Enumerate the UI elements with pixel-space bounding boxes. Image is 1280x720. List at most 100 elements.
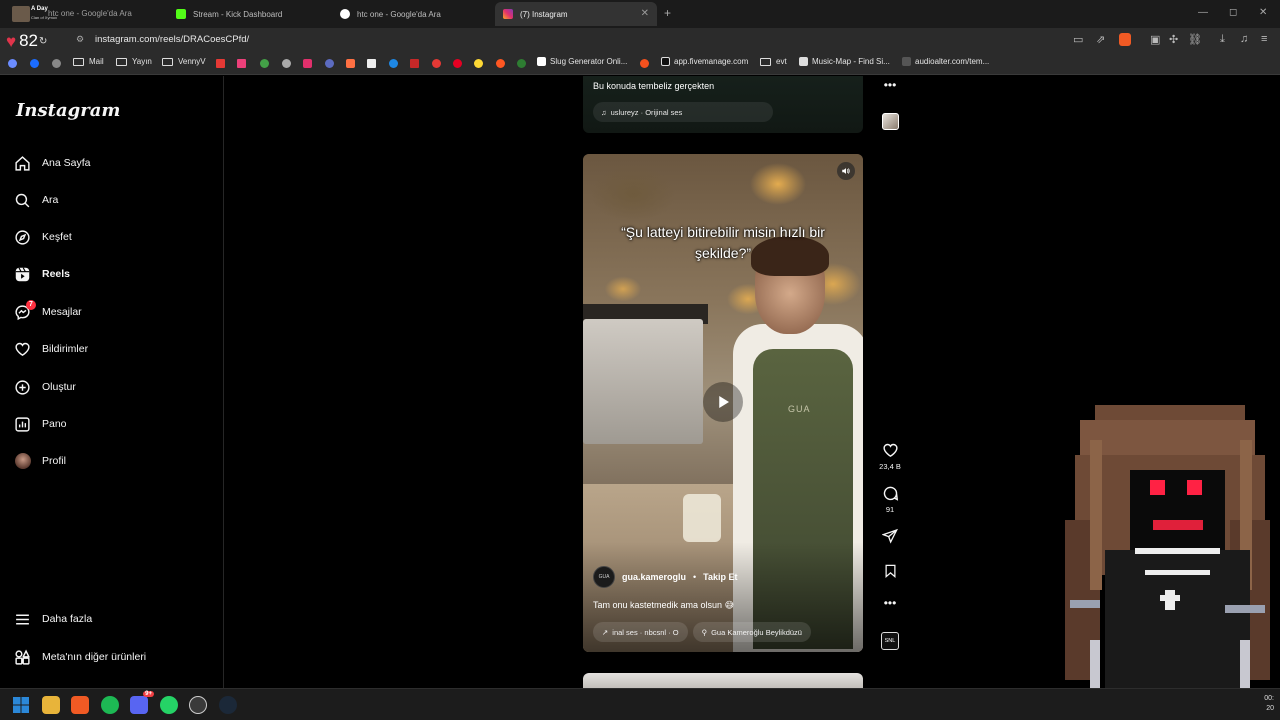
audio-tile[interactable]: SNL (881, 632, 899, 650)
share-button[interactable] (875, 528, 905, 544)
bookmarks-bar: Mail Yayın VennyV Slug Generator Onli...… (0, 52, 1280, 75)
nav-dashboard[interactable]: Pano (14, 409, 210, 439)
system-clock[interactable]: 00: 20 (1264, 694, 1274, 714)
nav-profile[interactable]: Profil (14, 446, 210, 476)
bookmark-icon[interactable] (8, 59, 17, 68)
stream-overlay-title: A Day (31, 6, 48, 12)
link-icon[interactable]: ⛓ (1188, 33, 1202, 46)
new-tab-icon[interactable]: + (664, 6, 671, 20)
dashboard-icon (14, 416, 31, 433)
sound-toggle-button[interactable] (837, 162, 855, 180)
restore-icon[interactable]: ◻ (1229, 7, 1237, 18)
bookmark-icon[interactable] (282, 59, 291, 68)
brave-icon[interactable] (71, 696, 89, 714)
close-window-icon[interactable]: ✕ (1259, 7, 1267, 18)
nav-more[interactable]: Daha fazla (14, 604, 210, 634)
site-info-icon[interactable]: ⚙ (76, 34, 84, 45)
nav-label: Bildirimler (42, 343, 89, 355)
compass-icon (14, 229, 31, 246)
bookmark-icon[interactable] (496, 59, 505, 68)
nav-reels[interactable]: Reels (14, 259, 210, 289)
x-icon[interactable] (367, 59, 376, 68)
bookmark-icon[interactable] (52, 59, 61, 68)
share-icon[interactable]: ⇗ (1096, 33, 1105, 46)
obs-icon[interactable] (189, 696, 207, 714)
previous-reel[interactable]: Bu konuda tembeliz gerçekten ♫ uslureyz … (583, 76, 863, 133)
nav-create[interactable]: Oluştur (14, 372, 210, 402)
whatsapp-icon[interactable] (160, 696, 178, 714)
tab-instagram[interactable]: (7) Instagram ✕ (495, 2, 657, 26)
more-options-button[interactable]: ••• (875, 596, 905, 610)
puzzle-icon[interactable]: ✣ (1169, 33, 1178, 46)
bookmark-icon[interactable] (303, 59, 312, 68)
bookmark-icon[interactable] (474, 59, 483, 68)
address-bar[interactable]: instagram.com/reels/DRACoesCPfd/ (95, 34, 249, 45)
music-icon[interactable]: ♫ (1240, 33, 1248, 45)
play-button[interactable] (703, 382, 743, 422)
bookmark-icon[interactable] (237, 59, 246, 68)
download-icon[interactable]: ⤓ (1220, 33, 1225, 46)
menu-icon[interactable]: ≡ (1261, 33, 1267, 45)
bookmark-slug-generator[interactable]: Slug Generator Onli... (537, 57, 627, 66)
bookmark-fivemanage[interactable]: app.fivemanage.com (661, 57, 748, 66)
nav-search[interactable]: Ara (14, 185, 210, 215)
location-chip[interactable]: ⚲ Gua Kameroğlu Beylikdüzü (692, 622, 811, 642)
pinterest-icon[interactable] (453, 59, 462, 68)
bookmark-icon[interactable] (346, 59, 355, 68)
previous-reel-audio[interactable]: ♫ uslureyz · Orijinal ses (593, 102, 773, 122)
minimize-icon[interactable]: — (1198, 7, 1208, 18)
author-username[interactable]: gua.kameroglu (622, 572, 686, 582)
discord-icon[interactable]: 9+ (130, 691, 154, 714)
nav-notifications[interactable]: Bildirimler (14, 334, 210, 364)
audio-chip[interactable]: ↗ inal ses · nbcsnl · O (593, 622, 688, 642)
cast-icon[interactable]: ▭ (1073, 33, 1083, 46)
windows-start-icon[interactable] (12, 696, 30, 714)
bookmark-mail[interactable]: Mail (73, 57, 104, 66)
youtube-icon[interactable] (432, 59, 441, 68)
bookmark-vennyv[interactable]: VennyV (162, 57, 206, 66)
author-avatar[interactable]: GUA (593, 566, 615, 588)
extension-icon[interactable]: ▣ (1150, 33, 1160, 46)
separator-dot: • (693, 572, 697, 582)
bookmark-music-map[interactable]: Music-Map - Find Si... (799, 57, 890, 66)
spotify-icon[interactable] (101, 696, 119, 714)
nav-meta-products[interactable]: Meta'nın diğer ürünleri (14, 642, 210, 672)
reel-caption[interactable]: Tam onu kastetmedik ama olsun 😅 (593, 600, 734, 611)
more-options-button-prev[interactable]: ••• (875, 78, 905, 92)
bookmark-audioalter[interactable]: audioalter.com/tem... (902, 57, 989, 66)
brave-shield-icon[interactable] (1119, 33, 1131, 46)
clock-time: 00: (1264, 695, 1274, 702)
save-button[interactable] (875, 563, 905, 579)
bookmark-icon[interactable] (216, 59, 225, 68)
nav-home[interactable]: Ana Sayfa (14, 148, 210, 178)
bookmark-icon[interactable] (260, 59, 269, 68)
bookmark-evt[interactable]: evt (760, 57, 787, 66)
file-explorer-icon[interactable] (42, 696, 60, 714)
close-tab-icon[interactable]: ✕ (641, 8, 649, 19)
bookmark-icon[interactable] (640, 59, 649, 68)
tab-google-2[interactable]: htc one - Google'da Ara (332, 2, 492, 26)
nav-messages[interactable]: 7 Mesajlar (14, 297, 210, 327)
heart-counter: ♥ 82 ↻ (6, 31, 47, 51)
refresh-icon[interactable]: ↻ (39, 36, 47, 47)
tab-kick-dashboard[interactable]: Stream - Kick Dashboard (168, 2, 328, 26)
instagram-logo[interactable]: Instagram (16, 100, 120, 121)
apron-logo: GUA (788, 404, 811, 414)
follow-button[interactable]: Takip Et (703, 572, 737, 582)
nav-explore[interactable]: Keşfet (14, 222, 210, 252)
xbox-icon[interactable] (517, 59, 526, 68)
tab-label: Stream - Kick Dashboard (193, 9, 283, 19)
like-button[interactable]: 23,4 B (875, 442, 905, 471)
bookmark-icon[interactable] (30, 59, 39, 68)
bookmark-icon[interactable] (389, 59, 398, 68)
tab-google-1[interactable]: A Day Clan of Xymox htc one - Google'da … (4, 2, 164, 26)
home-icon (14, 155, 31, 172)
bookmark-icon[interactable] (325, 59, 334, 68)
reel-video[interactable]: GUA “Şu latteyi bitirebilir misin hızlı … (583, 154, 863, 652)
bookmark-icon[interactable] (410, 59, 419, 68)
bookmark-yayin[interactable]: Yayın (116, 57, 152, 66)
previous-audio-thumbnail[interactable] (882, 113, 899, 130)
steam-icon[interactable] (219, 696, 237, 714)
nav-label: Mesajlar (42, 306, 82, 318)
comment-button[interactable]: 91 (875, 485, 905, 514)
